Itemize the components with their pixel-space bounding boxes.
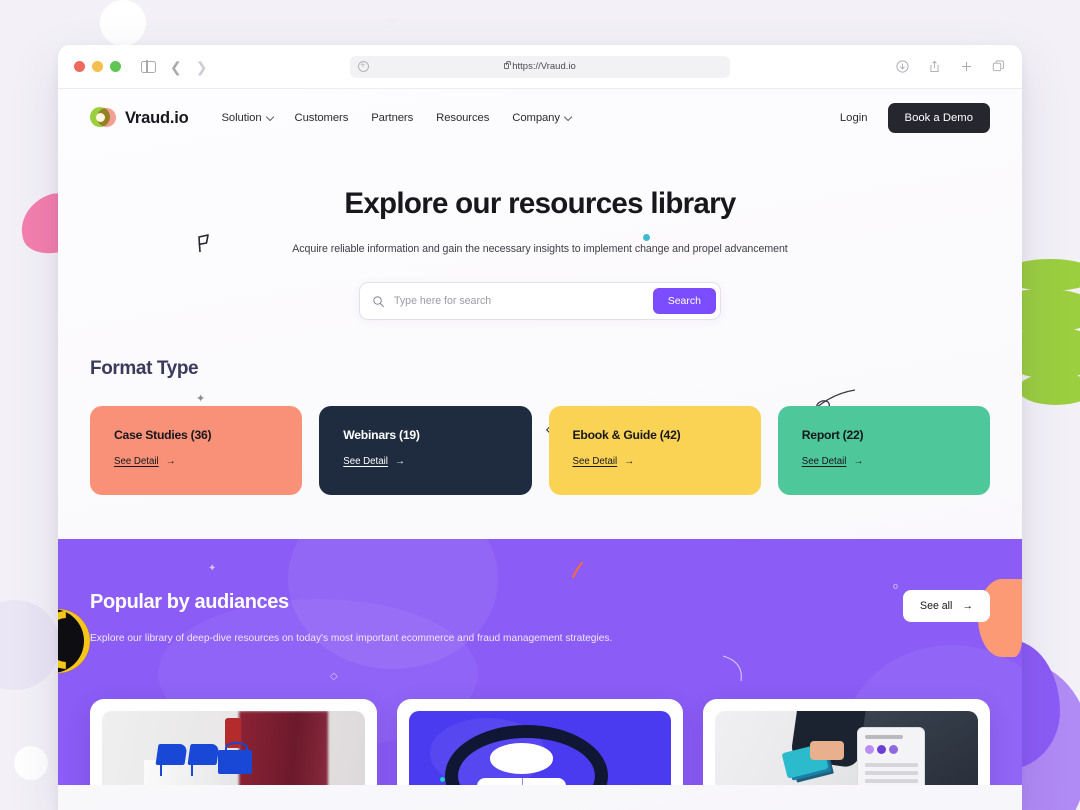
hero-section: Explore our resources library Acquire re…: [58, 147, 1022, 438]
audience-card-thumbnail: [715, 711, 979, 785]
url-text-wrapper: https://Vraud.io: [358, 60, 722, 72]
popular-subtitle: Explore our library of deep-dive resourc…: [90, 633, 613, 644]
see-detail-link[interactable]: See Detail →: [114, 456, 176, 467]
share-icon[interactable]: [927, 59, 942, 74]
close-window-button[interactable]: [74, 61, 85, 72]
nav-item-customers[interactable]: Customers: [295, 112, 349, 124]
window-traffic-lights[interactable]: [74, 61, 121, 72]
background-lilac-circle: [0, 600, 60, 690]
format-card-title: Report (22): [801, 428, 864, 442]
nav-item-resources[interactable]: Resources: [436, 112, 489, 124]
arrow-right-icon: →: [853, 456, 864, 467]
nav-item-label: Customers: [294, 112, 349, 124]
background-dot-top: [388, 18, 395, 25]
see-detail-link[interactable]: See Detail →: [802, 456, 864, 467]
nav-item-label: Solution: [221, 112, 262, 124]
format-type-heading: Format Type: [90, 358, 199, 379]
see-detail-link[interactable]: See Detail →: [573, 456, 635, 467]
nav-item-label: Company: [512, 112, 560, 124]
audience-card-list: [90, 699, 991, 785]
back-icon[interactable]: ❮: [170, 60, 182, 74]
page-title: Explore our resources library: [344, 187, 736, 220]
format-card-report[interactable]: Report (22) See Detail →: [777, 406, 990, 495]
tabs-overview-icon[interactable]: [991, 59, 1006, 74]
see-all-label: See all: [920, 600, 953, 612]
site-navbar: Vraud.io Solution Customers Partners Res…: [58, 89, 1022, 147]
see-all-button[interactable]: See all →: [903, 590, 990, 622]
see-detail-label: See Detail: [114, 456, 159, 467]
nav-links: Solution Customers Partners Resources Co…: [221, 112, 573, 124]
audience-card-thumbnail: [408, 711, 672, 785]
background-white-circle-bottom-left: [14, 746, 48, 780]
arrow-right-icon: →: [394, 456, 405, 467]
format-card-ebook-guide[interactable]: Ebook & Guide (42) See Detail →: [548, 406, 761, 495]
audience-card-identity[interactable]: [396, 699, 684, 785]
see-detail-label: See Detail: [801, 456, 847, 467]
format-card-case-studies[interactable]: Case Studies (36) See Detail →: [90, 406, 303, 495]
book-a-demo-button[interactable]: Book a Demo: [887, 103, 990, 133]
format-card-title: Ebook & Guide (42): [572, 428, 681, 442]
browser-window: ❮ ❯ https://Vraud.io: [58, 45, 1022, 810]
search-bar[interactable]: Search: [359, 282, 721, 320]
curve-doodle-icon: [721, 654, 747, 687]
audience-card-fashion[interactable]: [90, 699, 377, 785]
page-viewport: Vraud.io Solution Customers Partners Res…: [58, 89, 1022, 810]
search-icon: [373, 295, 384, 307]
nav-item-solution[interactable]: Solution: [221, 112, 274, 124]
arrow-right-icon: →: [165, 456, 176, 467]
format-card-webinars[interactable]: Webinars (19) See Detail →: [319, 406, 532, 495]
popular-heading: Popular by audiances: [90, 591, 289, 613]
diamond-doodle-icon: ◇: [330, 671, 338, 682]
sidebar-toggle-icon[interactable]: [141, 60, 156, 73]
search-input[interactable]: [385, 295, 653, 307]
background-circle-top-left: [100, 0, 146, 46]
format-card-title: Case Studies (36): [114, 428, 212, 442]
lock-icon: [504, 60, 511, 69]
search-button[interactable]: Search: [652, 288, 716, 314]
nav-item-partners[interactable]: Partners: [371, 112, 413, 124]
o-doodle-icon: o: [892, 581, 898, 591]
chevron-down-icon: [563, 112, 573, 122]
format-card-title: Webinars (19): [343, 428, 420, 442]
download-icon[interactable]: [895, 59, 910, 74]
blue-dot-doodle-icon: [643, 234, 650, 241]
nav-item-label: Partners: [371, 112, 414, 124]
brand-name: Vraud.io: [125, 108, 189, 127]
nav-item-company[interactable]: Company: [512, 112, 573, 124]
maximize-window-button[interactable]: [110, 61, 121, 72]
vraud-logo-icon: [90, 107, 116, 129]
brand-logo[interactable]: Vraud.io: [90, 107, 189, 129]
nav-item-label: Resources: [436, 112, 490, 124]
browser-right-controls: [895, 59, 1006, 74]
nav-actions: Login Book a Demo: [840, 103, 990, 133]
minimize-window-button[interactable]: [92, 61, 103, 72]
arrow-right-icon: →: [962, 600, 973, 612]
browser-toolbar: ❮ ❯ https://Vraud.io: [58, 45, 1022, 89]
reader-view-icon[interactable]: [358, 60, 369, 72]
format-type-section: Format Type o Case Studies (36) See Deta…: [58, 320, 1022, 772]
forward-icon[interactable]: ❯: [196, 60, 208, 74]
browser-left-controls: ❮ ❯: [141, 60, 207, 74]
chevron-down-icon: [265, 112, 274, 122]
new-tab-icon[interactable]: [959, 59, 974, 74]
popular-by-audiences-section: ✦ ◇ o o Popular by audiances Explore our…: [58, 539, 1022, 785]
tick-doodle-icon: [570, 561, 586, 584]
arrow-right-icon: →: [624, 456, 635, 467]
address-bar[interactable]: https://Vraud.io: [350, 55, 730, 78]
sparkle-doodle-icon: ✦: [208, 563, 217, 574]
format-type-card-list: Case Studies (36) See Detail → Webinars …: [90, 406, 990, 495]
see-detail-link[interactable]: See Detail →: [343, 456, 405, 467]
url-text: https://Vraud.io: [512, 61, 576, 72]
audience-card-thumbnail: [102, 711, 365, 785]
login-link[interactable]: Login: [840, 112, 868, 124]
audience-card-payments[interactable]: [703, 699, 991, 785]
hero-subtitle: Acquire reliable information and gain th…: [292, 243, 788, 255]
see-detail-label: See Detail: [343, 456, 388, 467]
see-detail-label: See Detail: [572, 456, 618, 467]
